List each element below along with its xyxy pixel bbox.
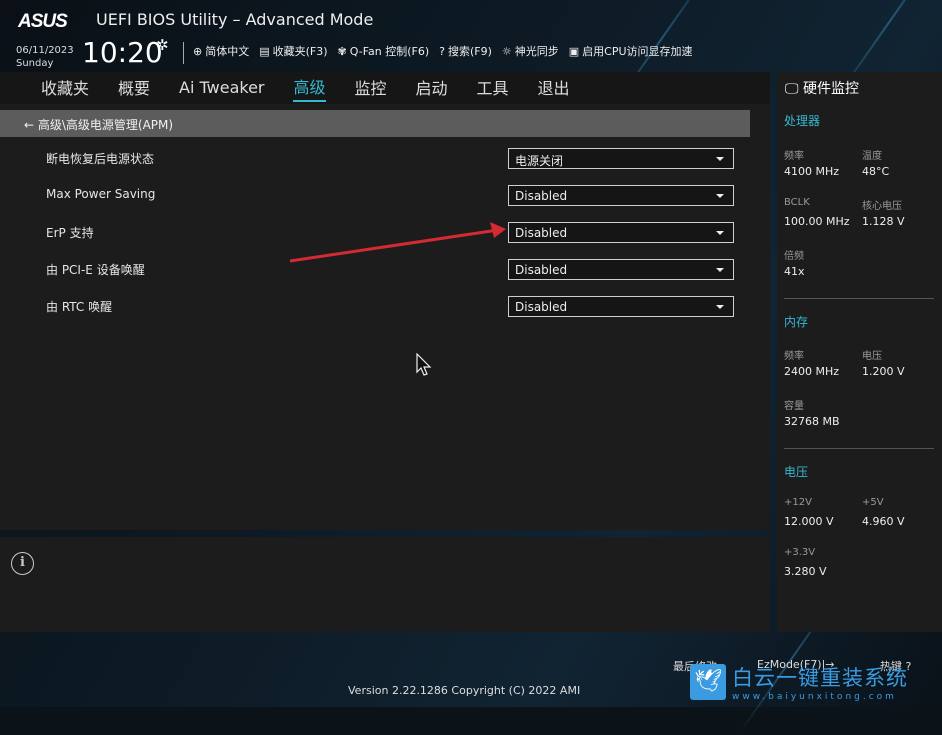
cpu-frequency: 4100 MHz [784, 165, 840, 178]
cpu-temperature: 48°C [862, 165, 890, 178]
hardware-monitor: 🖵 硬件监控 处理器 频率 温度 4100 MHz 48°C BCLK 核心电压… [777, 72, 942, 632]
label: +3.3V [784, 547, 816, 558]
monitor-icon: 🖵 [785, 81, 803, 97]
info-icon: i [11, 552, 34, 575]
cpu-section-title: 处理器 [784, 114, 821, 128]
watermark-url: www.baiyunxitong.com [732, 692, 897, 702]
cpu-ratio: 41x [784, 265, 805, 278]
memory-section-title: 内存 [784, 315, 809, 329]
label: 容量 [784, 401, 804, 412]
vcore: 1.128 V [862, 215, 905, 228]
label: +5V [862, 497, 884, 508]
voltage-section-title: 电压 [784, 465, 809, 479]
version-text: Version 2.22.1286 Copyright (C) 2022 AMI [348, 684, 581, 697]
mouse-cursor-icon [416, 353, 432, 376]
bclk: 100.00 MHz [784, 215, 850, 228]
v5: 4.960 V [862, 515, 905, 528]
mem-voltage: 1.200 V [862, 365, 905, 378]
v12: 12.000 V [784, 515, 834, 528]
watermark: 🕊 白云一键重装系统 www.baiyunxitong.com [690, 662, 908, 702]
watermark-name: 白云一键重装系统 [732, 666, 908, 690]
label: 核心电压 [862, 201, 902, 212]
label: BCLK [784, 197, 810, 208]
label: 倍频 [784, 251, 804, 262]
label: 电压 [862, 351, 882, 362]
label: 频率 [784, 151, 804, 162]
v33: 3.280 V [784, 565, 827, 578]
mem-frequency: 2400 MHz [784, 365, 840, 378]
mem-capacity: 32768 MB [784, 415, 840, 428]
bird-logo-icon: 🕊 [690, 664, 726, 700]
label: +12V [784, 497, 812, 508]
divider [784, 298, 934, 299]
divider [784, 448, 934, 449]
label: 温度 [862, 151, 882, 162]
label: 频率 [784, 351, 804, 362]
hw-title: 🖵 硬件监控 [785, 81, 859, 97]
help-panel: i [0, 537, 770, 632]
